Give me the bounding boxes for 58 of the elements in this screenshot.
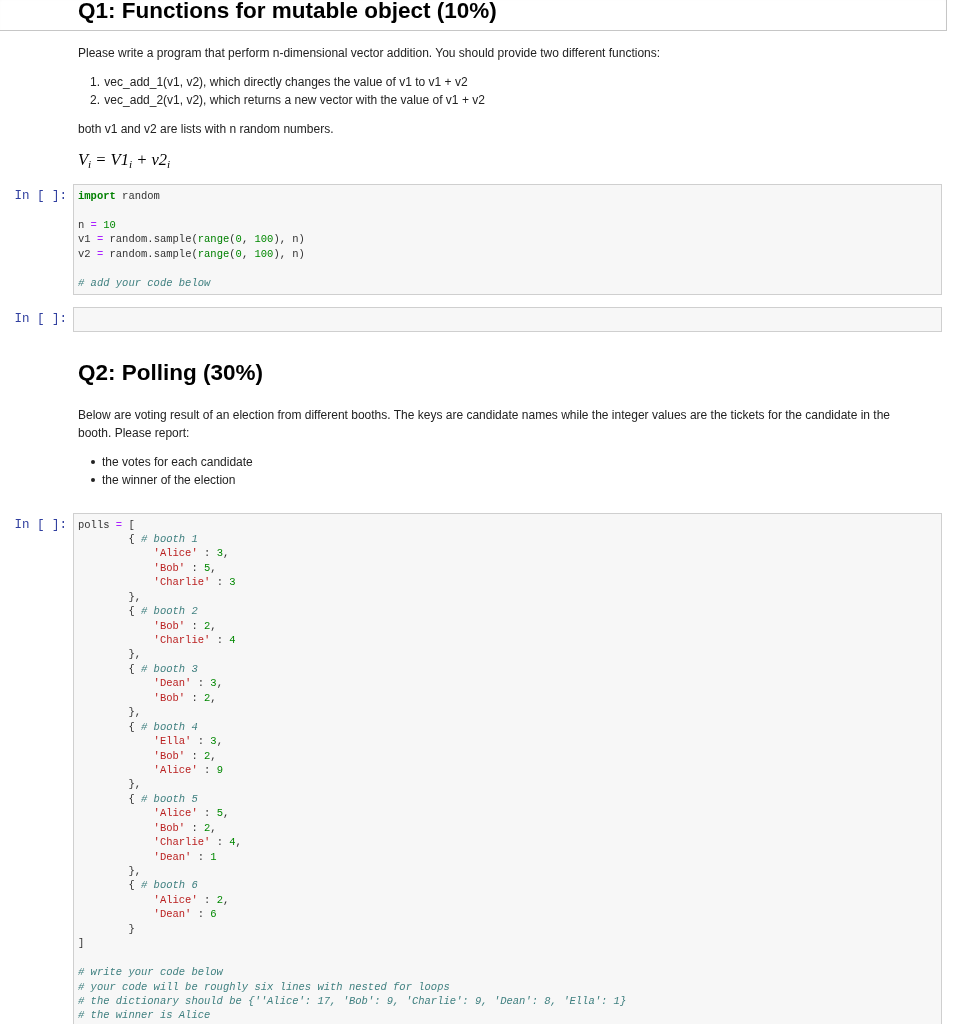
cell-prompt: In [ ]: [14, 312, 67, 327]
code-line: 'Alice' : 3, [152, 546, 230, 561]
code-line: { # booth 4 [127, 719, 198, 735]
code-line: 'Bob' : 2, [152, 820, 217, 836]
code-line: # your code will be roughly six lines with nested for loops [78, 979, 450, 994]
code-line: 'Ella' : 3, [152, 734, 223, 749]
code-line: { # booth 5 [127, 791, 198, 807]
code-line: 'Alice' : 9 [152, 762, 223, 778]
code-line: 'Dean' : 3, [152, 676, 223, 691]
code-line: import random [78, 189, 160, 204]
code-editor[interactable] [73, 512, 942, 1024]
paragraph: Please write a program that perform n-dimensional vector addition. You should provide two different functions: [78, 45, 662, 62]
code-line: }, [127, 705, 141, 720]
list-item: 2. vec_add_2(v1, v2), which returns a new vector with the value of v1 + v2 [89, 92, 485, 109]
code-line: }, [127, 647, 141, 662]
code-line: 'Charlie' : 3 [152, 575, 236, 590]
code-line: { # booth 1 [127, 531, 198, 547]
code-line: { # booth 6 [127, 878, 198, 893]
code-line: 'Charlie' : 4, [152, 835, 242, 850]
code-editor[interactable] [73, 307, 942, 332]
list-item: 1. vec_add_1(v1, v2), which directly changes the value of v1 to v1 + v2 [89, 74, 468, 91]
code-line: # the dictionary should be {''Alice': 17, 'Bob': 9, 'Charlie': 9, 'Dean': 8, 'Ella': 1} [78, 993, 627, 1009]
paragraph: both v1 and v2 are lists with n random numbers. [78, 121, 335, 138]
code-line: { # booth 3 [127, 661, 198, 677]
list-item: the votes for each candidate [102, 453, 253, 471]
code-line: 'Bob' : 2, [152, 618, 217, 633]
code-editor[interactable]: import random n = 10 v1 = random.sample(range(0, 100), n) v2 = random.sample(range(0, 100), n) # add your code below [73, 184, 942, 296]
code-line: # the winner is Alice [78, 1008, 211, 1023]
code-line: }, [127, 589, 141, 605]
code-line: } [127, 921, 135, 937]
code-line: { # booth 2 [127, 604, 198, 619]
heading: Q1: Functions for mutable object (10%) [78, 0, 498, 24]
paragraph: Below are voting result of an election from different booths. The keys are candidate names while the integer values are the tickets for the candidate in the booth. Please report: [78, 406, 892, 442]
cell-prompt: In [ ]: [14, 189, 67, 204]
code-line: n = 10 [78, 217, 116, 233]
code-line: v1 = random.sample(range(0, 100), n) [78, 232, 305, 247]
code-line: # add your code below [78, 275, 211, 291]
code-line: 'Dean' : 6 [152, 907, 217, 922]
code-line: ] [78, 936, 85, 951]
bullet-icon [91, 459, 95, 464]
code-line: 'Dean' : 1 [152, 849, 217, 864]
code-line: 'Bob' : 2, [152, 748, 217, 763]
code-line: }, [127, 864, 141, 879]
code-line: 'Charlie' : 4 [152, 633, 236, 648]
code-line: polls = [ [78, 517, 135, 532]
code-line: 'Alice' : 2, [152, 892, 230, 908]
heading: Q2: Polling (30%) [78, 359, 265, 386]
cell-prompt: In [ ]: [14, 517, 67, 532]
code-line: 'Alice' : 5, [152, 806, 230, 821]
code-line: v2 = random.sample(range(0, 100), n) [78, 246, 305, 262]
code-line: }, [127, 777, 141, 792]
bullet-icon [91, 477, 95, 482]
list-item: the winner of the election [102, 471, 236, 489]
math-formula: V$_{i}$ = V1$_{i}$ + v2$_{i}$ [78, 149, 171, 171]
code-line: 'Bob' : 5, [152, 560, 217, 576]
code-line: 'Bob' : 2, [152, 690, 217, 706]
code-line: # write your code below [78, 965, 223, 980]
cell-frame[interactable]: Q1: Functions for mutable object (10%) [0, 0, 947, 31]
